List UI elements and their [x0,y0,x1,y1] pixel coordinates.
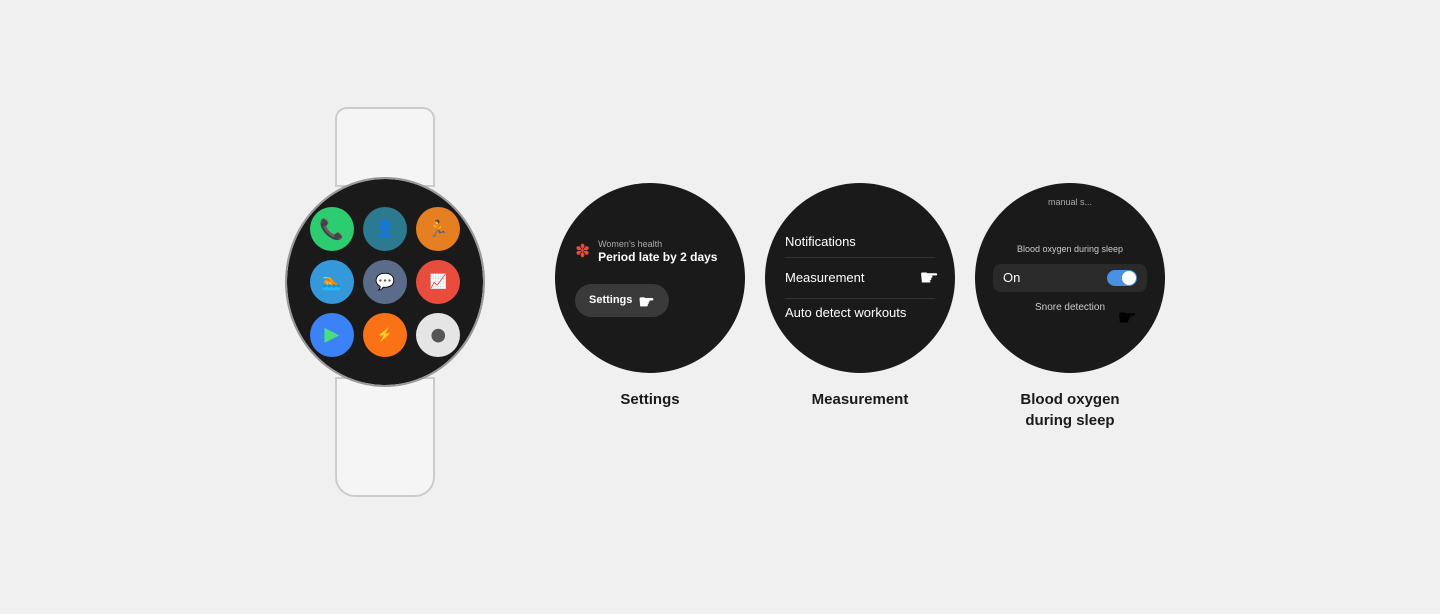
toggle-track[interactable] [1107,270,1137,286]
blood-oxygen-screen-label: Blood oxygen during sleep [1020,389,1119,431]
app-icon-playstore[interactable]: ▶ [310,313,354,357]
app-icon-messages[interactable]: 💬 [363,260,407,304]
watch-body: 📞 👤 🏃 🏊 💬 📈 ▶ ⚡ ⬤ [285,177,485,387]
toggle-thumb [1122,271,1136,285]
settings-screen-circle: ✽ Women's health Period late by 2 days S… [555,183,745,373]
settings-btn-wrapper: Settings ☛ [575,284,725,317]
watch-screen: 📞 👤 🏃 🏊 💬 📈 ▶ ⚡ ⬤ [287,179,483,385]
blood-oxygen-header: Blood oxygen during sleep [993,244,1147,254]
notification-subtitle: Women's health [598,239,717,250]
measurement-screen-label: Measurement [812,389,909,410]
app-icon-pulse[interactable]: 📈 [416,260,460,304]
settings-screen-label: Settings [620,389,679,410]
bo-cursor-icon: ☛ [1117,305,1137,331]
watch-band-bottom [335,377,435,497]
notification-title: Period late by 2 days [598,250,717,266]
cursor-hand-icon: ☛ [638,292,654,313]
settings-notification: ✽ Women's health Period late by 2 days [575,239,725,265]
measurement-screen-circle: Notifications Measurement ☛ Auto detect … [765,183,955,373]
settings-button[interactable]: Settings ☛ [575,284,669,317]
app-icon-person[interactable]: 🏃 [416,207,460,251]
screen-item-blood-oxygen: manual s... Blood oxygen during sleep On… [975,183,1165,431]
menu-item-auto-detect: Auto detect workouts [785,299,935,328]
app-icon-contacts[interactable]: 👤 [363,207,407,251]
snowflake-icon: ✽ [575,241,590,262]
partial-top-text: manual s... [975,197,1165,207]
settings-button-label: Settings [589,294,632,306]
watch-wrapper: 📞 👤 🏃 🏊 💬 📈 ▶ ⚡ ⬤ [275,97,495,517]
notification-text: Women's health Period late by 2 days [598,239,717,265]
watch-crown [483,267,485,297]
bo-toggle-row: On [993,264,1147,292]
screen-item-measurement: Notifications Measurement ☛ Auto detect … [765,183,955,410]
app-icon-phone[interactable]: 📞 [310,207,354,251]
app-icon-swim[interactable]: 🏊 [310,260,354,304]
watch-band-top [335,107,435,187]
menu-item-measurement: Measurement ☛ [785,258,935,300]
bo-on-label: On [1003,270,1020,285]
measurement-label: Measurement [785,270,864,287]
menu-item-notifications: Notifications [785,228,935,258]
app-icon-galaxy[interactable]: ⬤ [416,313,460,357]
blood-oxygen-screen-circle: manual s... Blood oxygen during sleep On… [975,183,1165,373]
menu-cursor-icon: ☛ [919,264,939,293]
watch-illustration: 📞 👤 🏃 🏊 💬 📈 ▶ ⚡ ⬤ [275,97,495,517]
screen-item-settings: ✽ Women's health Period late by 2 days S… [555,183,745,410]
main-container: 📞 👤 🏃 🏊 💬 📈 ▶ ⚡ ⬤ [0,0,1440,614]
toggle-container [1107,270,1137,286]
screens-section: ✽ Women's health Period late by 2 days S… [555,183,1165,431]
app-icon-app1[interactable]: ⚡ [363,313,407,357]
